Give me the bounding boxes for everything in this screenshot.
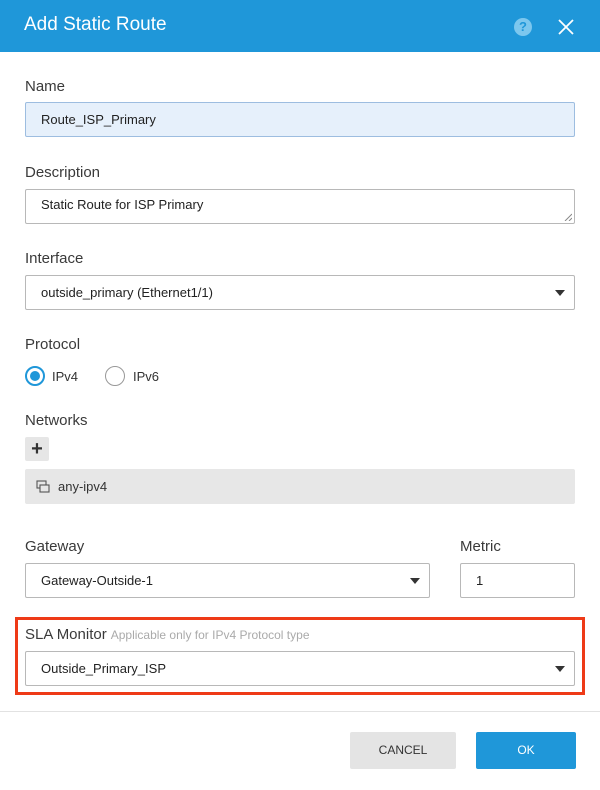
sla-monitor-value: Outside_Primary_ISP (41, 661, 166, 676)
sla-monitor-note: Applicable only for IPv4 Protocol type (110, 628, 310, 642)
description-label: Description (25, 164, 101, 181)
ipv6-radio-label[interactable]: IPv6 (133, 369, 159, 384)
networks-label: Networks (25, 412, 88, 429)
description-textarea[interactable]: Static Route for ISP Primary (25, 189, 575, 224)
interface-value: outside_primary (Ethernet1/1) (41, 285, 213, 300)
network-list: any-ipv4 (25, 469, 575, 504)
description-value: Static Route for ISP Primary (41, 197, 204, 212)
gateway-value: Gateway-Outside-1 (41, 573, 153, 588)
cancel-button[interactable]: CANCEL (350, 732, 456, 769)
gateway-label: Gateway (25, 538, 85, 555)
question-circle-icon[interactable]: ? (514, 18, 532, 36)
plus-icon: + (31, 438, 43, 460)
metric-value: 1 (476, 573, 484, 588)
sla-monitor-select[interactable]: Outside_Primary_ISP (25, 651, 575, 686)
sla-monitor-title: SLA Monitor (25, 626, 107, 643)
add-network-button[interactable]: + (25, 437, 49, 461)
ok-button[interactable]: OK (476, 732, 576, 769)
interface-select[interactable]: outside_primary (Ethernet1/1) (25, 275, 575, 310)
metric-label: Metric (460, 538, 501, 555)
close-icon[interactable] (556, 17, 576, 37)
network-item-label[interactable]: any-ipv4 (58, 479, 107, 494)
chevron-down-icon (555, 290, 565, 296)
network-object-icon (36, 480, 50, 493)
name-input[interactable]: Route_ISP_Primary (25, 102, 575, 137)
name-label: Name (25, 78, 66, 95)
metric-input[interactable]: 1 (460, 563, 575, 598)
footer-divider (0, 711, 600, 712)
dialog-title: Add Static Route (24, 14, 167, 35)
chevron-down-icon (410, 578, 420, 584)
gateway-select[interactable]: Gateway-Outside-1 (25, 563, 430, 598)
sla-monitor-label: SLA Monitor Applicable only for IPv4 Prot… (25, 626, 310, 643)
interface-label: Interface (25, 250, 84, 267)
dialog-header: Add Static Route ? (0, 0, 600, 52)
resize-grip-icon[interactable] (564, 213, 572, 221)
ipv4-radio[interactable] (25, 366, 45, 386)
ipv4-radio-label[interactable]: IPv4 (52, 369, 78, 384)
protocol-label: Protocol (25, 336, 81, 353)
name-value: Route_ISP_Primary (41, 112, 156, 127)
chevron-down-icon (555, 666, 565, 672)
ipv6-radio[interactable] (105, 366, 125, 386)
